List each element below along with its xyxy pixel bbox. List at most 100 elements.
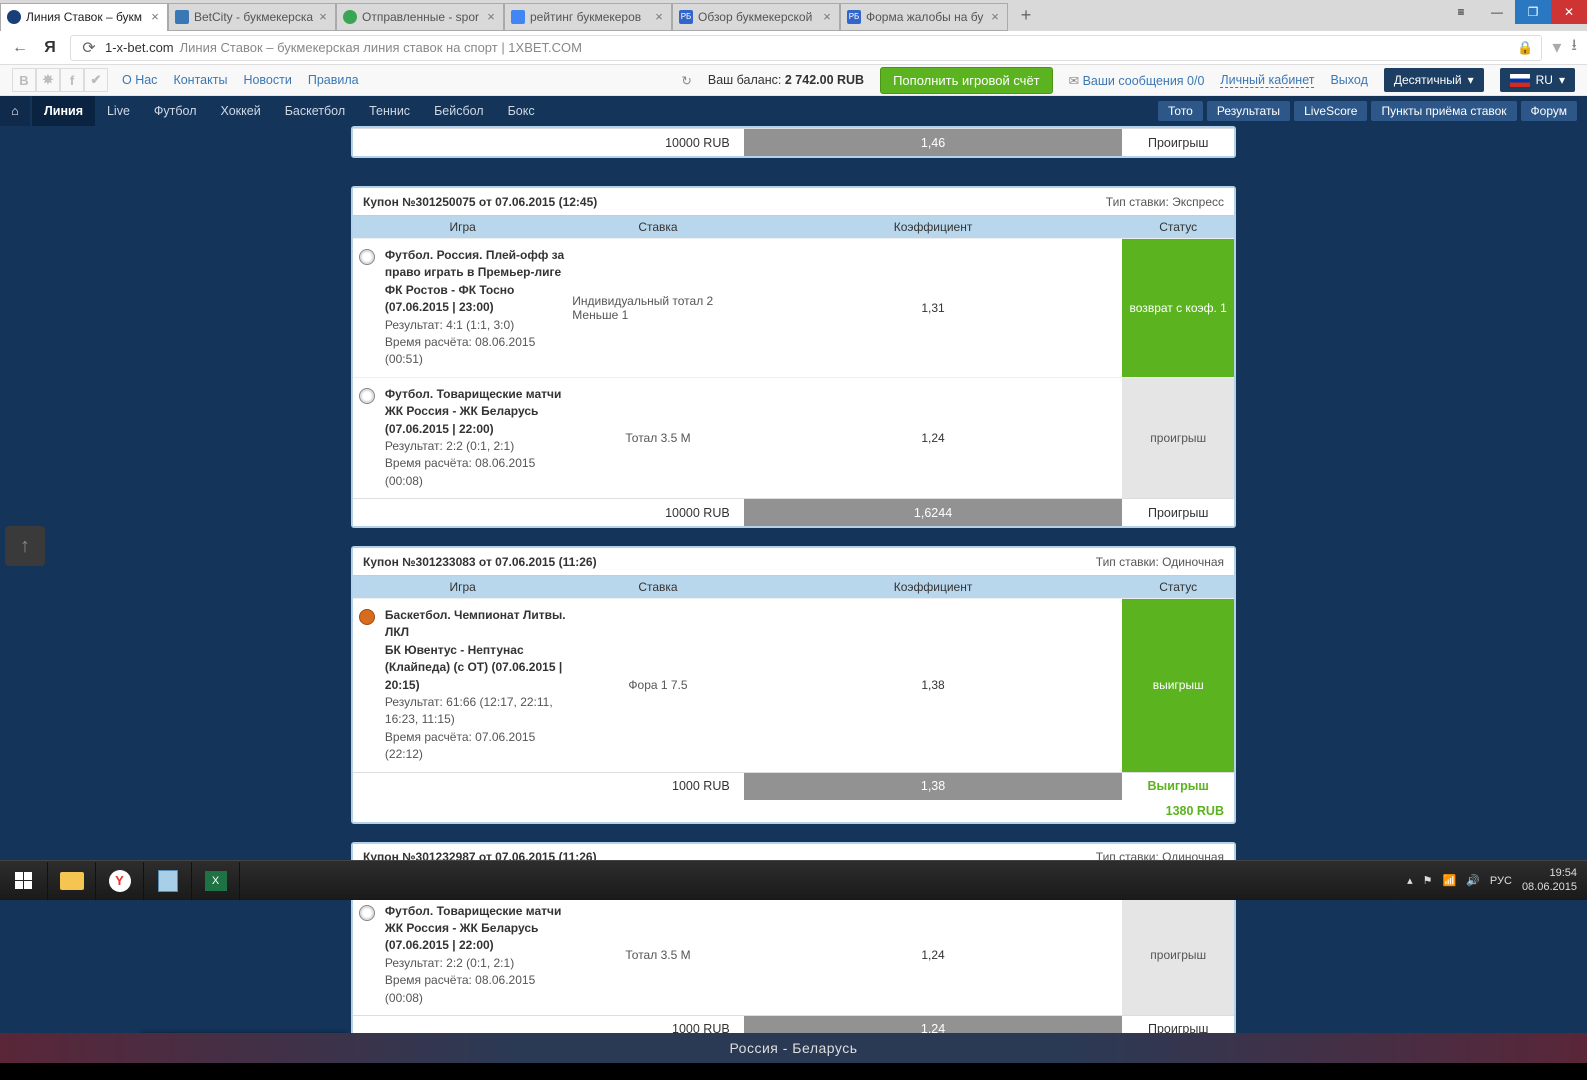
refresh-icon[interactable]: ↻ [681,73,691,88]
close-icon[interactable]: × [317,11,329,23]
summary-status: Проигрыш [1122,129,1234,156]
tray-up-icon[interactable]: ▴ [1407,874,1413,887]
tab-0[interactable]: Линия Ставок – букм× [0,3,168,31]
col-bet: Ставка [572,576,743,598]
minimize-button[interactable]: — [1479,0,1515,24]
summary-coef: 1,38 [744,773,1123,800]
summary-status: Выигрыш [1122,773,1234,800]
sports-nav: ⌂ Линия Live Футбол Хоккей Баскетбол Тен… [0,96,1587,126]
back-button[interactable]: ← [10,38,30,58]
close-icon[interactable]: × [821,11,833,23]
tab-4[interactable]: РБОбзор букмекерской× [672,3,840,31]
nav-toto[interactable]: Тото [1158,101,1203,121]
home-icon[interactable]: ⌂ [0,96,30,126]
link-news[interactable]: Новости [243,73,291,87]
nav-results[interactable]: Результаты [1207,101,1290,121]
bet-status: выигрыш [1122,599,1234,772]
ticket-type: Тип ставки: Экспресс [1106,195,1224,209]
bet-coef: 1,24 [744,895,1123,1015]
col-coef: Коэффициент [744,576,1123,598]
new-tab-button[interactable]: + [1014,4,1038,28]
bet-row: Футбол. Россия. Плей-офф за право играть… [353,238,1234,377]
nav-tennis[interactable]: Теннис [357,96,422,126]
nav-livescore[interactable]: LiveScore [1294,101,1367,121]
ticket: Купон №301250075 от 07.06.2015 (12:45)Ти… [351,186,1236,528]
nav-basketball[interactable]: Баскетбол [273,96,357,126]
cabinet-link[interactable]: Личный кабинет [1220,73,1314,88]
bet-game: Футбол. Товарищеские матчиЖК Россия - ЖК… [381,378,572,498]
balance-text: Ваш баланс: 2 742.00 RUB [708,73,864,87]
tray-clock[interactable]: 19:5408.06.2015 [1522,867,1577,893]
tab-5[interactable]: РБФорма жалобы на бу× [840,3,1008,31]
bet-coef: 1,31 [744,239,1123,377]
col-status: Статус [1122,216,1234,238]
menu-icon[interactable]: ≡ [1443,0,1479,24]
taskbar-yandex[interactable]: Y [96,862,144,900]
language-select[interactable]: RU▾ [1500,68,1575,92]
nav-baseball[interactable]: Бейсбол [422,96,496,126]
close-icon[interactable]: × [989,11,1001,23]
bet-row: Футбол. Товарищеские матчиЖК Россия - ЖК… [353,894,1234,1015]
bet-status: возврат с коэф. 1 [1122,239,1234,377]
tray-sound-icon[interactable]: 🔊 [1466,874,1480,887]
yandex-button[interactable]: Я [40,38,60,58]
summary-extra: 1380 RUB [353,800,1234,822]
reload-icon[interactable]: ⟳ [79,38,99,58]
nav-hockey[interactable]: Хоккей [209,96,273,126]
maximize-button[interactable]: ❐ [1515,0,1551,24]
close-icon[interactable]: × [485,11,497,23]
bet-type: Фора 1 7.5 [572,599,743,772]
summary-amount: 1000 RUB [353,773,744,800]
link-about[interactable]: О Нас [122,73,157,87]
close-icon[interactable]: × [653,11,665,23]
nav-football[interactable]: Футбол [142,96,209,126]
taskbar: Y X ▴ ⚑ 📶 🔊 РУС 19:5408.06.2015 [0,860,1587,900]
tray-network-icon[interactable]: 📶 [1443,874,1457,887]
tray-lang[interactable]: РУС [1490,875,1512,887]
nav-line[interactable]: Линия [32,96,95,126]
close-button[interactable]: ✕ [1551,0,1587,24]
bet-coef: 1,24 [744,378,1123,498]
bet-game: Футбол. Россия. Плей-офф за право играть… [381,239,572,377]
fb-icon[interactable]: f [60,68,84,92]
url-input[interactable]: ⟳ 1-x-bet.com Линия Ставок – букмекерска… [70,35,1542,61]
tw-icon[interactable]: ✔ [84,68,108,92]
bet-game: Футбол. Товарищеские матчиЖК Россия - ЖК… [381,895,572,1015]
close-icon[interactable]: × [149,11,161,23]
sport-icon [353,895,381,1015]
taskbar-explorer[interactable] [48,862,96,900]
tab-3[interactable]: рейтинг букмекеров× [504,3,672,31]
odds-format-select[interactable]: Десятичный▾ [1384,68,1484,92]
messages-link[interactable]: ✉ Ваши сообщения 0/0 [1069,73,1205,88]
tray-flag-icon[interactable]: ⚑ [1423,874,1433,887]
vk-icon[interactable]: B [12,68,36,92]
ok-icon[interactable]: ✵ [36,68,60,92]
bookmark-icon[interactable]: ▾ [1552,37,1561,58]
tab-2[interactable]: Отправленные - spor× [336,3,504,31]
download-icon[interactable]: ⭳ [1571,34,1577,61]
col-status: Статус [1122,576,1234,598]
deposit-button[interactable]: Пополнить игровой счёт [880,67,1053,94]
bet-coef: 1,38 [744,599,1123,772]
page-body: 10000 RUB1,46ПроигрышКупон №301250075 от… [0,126,1587,1063]
taskbar-calc[interactable] [144,862,192,900]
nav-forum[interactable]: Форум [1521,101,1577,121]
bet-status: проигрыш [1122,378,1234,498]
col-game: Игра [353,576,572,598]
nav-live[interactable]: Live [95,96,142,126]
taskbar-excel[interactable]: X [192,862,240,900]
bet-status: проигрыш [1122,895,1234,1015]
lock-icon: 🔒 [1517,40,1533,56]
scroll-up-button[interactable]: ↑ [5,526,45,566]
nav-box[interactable]: Бокс [496,96,547,126]
nav-points[interactable]: Пункты приёма ставок [1371,101,1516,121]
sport-icon [353,239,381,377]
bet-game: Баскетбол. Чемпионат Литвы. ЛКЛБК Ювенту… [381,599,572,772]
browser-tabbar: Линия Ставок – букм× BetCity - букмекерс… [0,0,1587,31]
start-button[interactable] [0,862,48,900]
tab-1[interactable]: BetCity - букмекерска× [168,3,336,31]
link-rules[interactable]: Правила [308,73,359,87]
link-contacts[interactable]: Контакты [173,73,227,87]
logout-link[interactable]: Выход [1330,73,1367,87]
ticket-header: Купон №301233083 от 07.06.2015 (11:26) [363,555,597,569]
